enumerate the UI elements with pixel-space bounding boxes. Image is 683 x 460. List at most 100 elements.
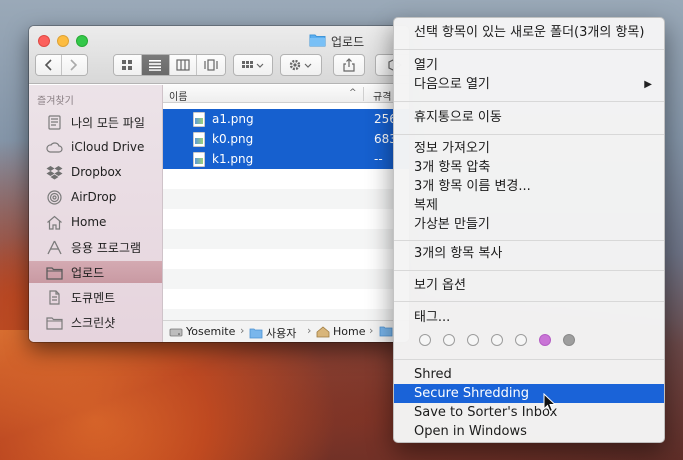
list-icon	[149, 60, 162, 71]
sidebar-item-uploads[interactable]: 업로드	[29, 261, 162, 283]
path-separator: ›	[307, 324, 312, 337]
sidebar-item-label: Home	[71, 215, 107, 229]
sidebar-item-icloud-drive[interactable]: iCloud Drive	[29, 136, 162, 158]
sidebar: 즐겨찾기 나의 모든 파일 iCloud Drive Dropbox AirDr…	[29, 85, 163, 342]
path-crumb-yosemite[interactable]: Yosemite	[169, 325, 235, 338]
menu-item-open-in-windows[interactable]: Open in Windows	[394, 422, 664, 441]
png-file-icon	[193, 112, 205, 127]
home-icon	[316, 325, 330, 337]
sidebar-item-label: 나의 모든 파일	[71, 115, 145, 130]
finder-window[interactable]: 업로드 즐겨찾기 나의 모든 파일 iCloud Drive Dropbox A…	[29, 26, 409, 342]
documents-icon	[45, 289, 63, 305]
sidebar-item-dropbox[interactable]: Dropbox	[29, 161, 162, 183]
sidebar-item-airdrop[interactable]: AirDrop	[29, 186, 162, 208]
menu-item-secure-shredding[interactable]: Secure Shredding	[394, 384, 664, 403]
sidebar-heading: 즐겨찾기	[37, 96, 74, 107]
tag-color-none[interactable]	[419, 334, 431, 346]
arrange-button[interactable]	[233, 54, 273, 76]
menu-separator	[394, 359, 664, 360]
sidebar-item-label: iCloud Drive	[71, 140, 145, 154]
action-button[interactable]	[280, 54, 322, 76]
menu-separator	[394, 270, 664, 271]
menu-item-compress[interactable]: 3개 항목 압축	[394, 158, 664, 177]
icon-view-button[interactable]	[114, 55, 142, 75]
airdrop-icon	[45, 189, 63, 205]
column-header-size[interactable]: 규격	[373, 88, 391, 103]
menu-item-new-folder-with-selection[interactable]: 선택 항목이 있는 새로운 폴더(3개의 항목)	[394, 23, 664, 42]
share-button[interactable]	[333, 54, 365, 76]
column-view-button[interactable]	[169, 55, 198, 75]
path-crumb-users[interactable]: 사용자	[249, 325, 296, 341]
table-row[interactable]: k1.png --	[163, 149, 409, 169]
menu-item-move-to-trash[interactable]: 휴지통으로 이동	[394, 108, 664, 127]
menu-separator	[394, 240, 664, 241]
back-button[interactable]	[36, 55, 62, 75]
tag-color-purple[interactable]	[539, 334, 551, 346]
empty-row	[163, 229, 409, 249]
forward-button[interactable]	[61, 55, 87, 75]
hard-drive-icon	[169, 328, 183, 336]
applications-icon	[45, 239, 63, 255]
sidebar-item-home[interactable]: Home	[29, 211, 162, 233]
list-header: 이름 ^ 규격	[163, 85, 409, 103]
menu-item-copy-items[interactable]: 3개의 항목 복사	[394, 244, 664, 263]
sidebar-item-documents[interactable]: 도큐멘트	[29, 286, 162, 308]
tag-color-gray[interactable]	[563, 334, 575, 346]
png-file-icon	[193, 152, 205, 167]
menu-item-duplicate[interactable]: 복제	[394, 196, 664, 215]
path-separator: ›	[240, 324, 245, 337]
close-window-button[interactable]	[38, 35, 50, 47]
empty-row	[163, 189, 409, 209]
columns-icon	[176, 59, 190, 71]
minimize-window-button[interactable]	[57, 35, 69, 47]
menu-item-open-with[interactable]: 다음으로 열기 ▶	[394, 75, 664, 94]
arrange-grid-icon	[242, 61, 264, 68]
file-name: k1.png	[212, 152, 254, 166]
folder-icon	[379, 326, 393, 337]
sidebar-item-all-my-files[interactable]: 나의 모든 파일	[29, 111, 162, 133]
file-name: k0.png	[212, 132, 254, 146]
menu-item-tags[interactable]: 태그...	[394, 308, 664, 327]
wallpaper-mountain	[0, 330, 400, 460]
chevron-left-icon	[45, 59, 52, 71]
sidebar-item-applications[interactable]: 응용 프로그램	[29, 236, 162, 258]
menu-item-open[interactable]: 열기	[394, 56, 664, 75]
sidebar-item-label: 응용 프로그램	[71, 240, 142, 255]
coverflow-icon	[204, 59, 218, 71]
path-separator: ›	[369, 324, 374, 337]
file-size: --	[374, 152, 383, 166]
zoom-window-button[interactable]	[76, 35, 88, 47]
menu-item-shred[interactable]: Shred	[394, 365, 664, 384]
menu-item-view-options[interactable]: 보기 옵션	[394, 276, 664, 295]
submenu-arrow-icon: ▶	[644, 79, 652, 90]
menu-item-get-info[interactable]: 정보 가져오기	[394, 139, 664, 158]
sort-chevron-up-icon: ^	[349, 88, 357, 98]
tag-color-none[interactable]	[467, 334, 479, 346]
sidebar-item-label: 스크린샷	[71, 315, 116, 330]
path-bar: Yosemite › 사용자 › Home ›	[163, 320, 409, 342]
tag-color-none[interactable]	[443, 334, 455, 346]
menu-item-save-to-sorter-inbox[interactable]: Save to Sorter's Inbox	[394, 403, 664, 422]
tag-color-none[interactable]	[491, 334, 503, 346]
column-header-name[interactable]: 이름	[169, 88, 187, 103]
share-icon	[343, 58, 355, 72]
mouse-pointer-icon	[543, 393, 556, 413]
coverflow-view-button[interactable]	[197, 55, 225, 75]
menu-item-rename[interactable]: 3개 항목 이름 변경...	[394, 177, 664, 196]
sidebar-item-screenshots[interactable]: 스크린샷	[29, 311, 162, 333]
menu-separator	[394, 134, 664, 135]
list-view-button[interactable]	[141, 55, 170, 75]
folder-icon	[45, 264, 63, 280]
sidebar-item-label: AirDrop	[71, 190, 117, 204]
chevron-right-icon	[70, 59, 78, 71]
menu-item-make-alias[interactable]: 가상본 만들기	[394, 215, 664, 234]
column-divider[interactable]	[363, 87, 364, 101]
finder-toolbar: 업로드	[29, 26, 409, 84]
folder-icon	[309, 34, 326, 47]
tag-color-none[interactable]	[515, 334, 527, 346]
table-row[interactable]: a1.png 256	[163, 109, 409, 129]
png-file-icon	[193, 132, 205, 147]
gear-icon	[289, 59, 312, 71]
table-row[interactable]: k0.png 683	[163, 129, 409, 149]
path-crumb-home[interactable]: Home	[316, 325, 365, 338]
